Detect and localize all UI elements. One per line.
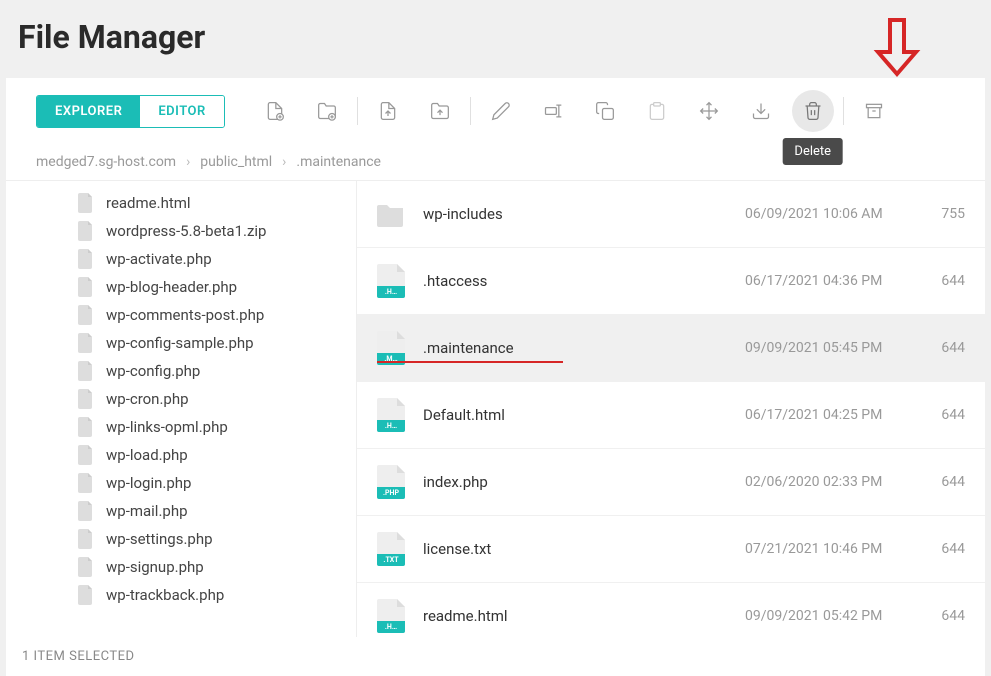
file-date: 09/09/2021 05:42 PM: [745, 608, 915, 624]
download-button[interactable]: [735, 91, 787, 131]
sidebar-item[interactable]: wp-blog-header.php: [6, 273, 356, 301]
file-name: readme.html: [423, 607, 745, 625]
sidebar-item[interactable]: wp-links-opml.php: [6, 413, 356, 441]
view-tabs: EXPLORER EDITOR: [36, 95, 225, 128]
sidebar-item-label: wp-signup.php: [106, 558, 204, 576]
sidebar-item-label: wp-login.php: [106, 474, 191, 492]
file-permissions: 755: [915, 206, 965, 222]
file-name: license.txt: [423, 540, 745, 558]
sidebar-tree: readme.html wordpress-5.8-beta1.zip wp-act…: [6, 181, 356, 637]
chevron-right-icon: ›: [186, 154, 190, 170]
sidebar-item[interactable]: wp-config.php: [6, 357, 356, 385]
file-permissions: 644: [915, 541, 965, 557]
status-bar: 1 ITEM SELECTED: [6, 637, 985, 676]
file-name: .htaccess: [423, 272, 745, 290]
file-permissions: 644: [915, 474, 965, 490]
file-list: wp-includes06/09/2021 10:06 AM755.H….hta…: [356, 181, 985, 637]
chevron-right-icon: ›: [282, 154, 286, 170]
file-row[interactable]: .H….htaccess06/17/2021 04:36 PM644: [357, 248, 985, 315]
breadcrumb-item[interactable]: public_html: [200, 154, 272, 170]
paste-button[interactable]: [631, 91, 683, 131]
file-row[interactable]: .PHPindex.php02/06/2020 02:33 PM644: [357, 449, 985, 516]
sidebar-item-label: wp-mail.php: [106, 502, 188, 520]
file-name: index.php: [423, 473, 745, 491]
sidebar-item[interactable]: wp-comments-post.php: [6, 301, 356, 329]
toolbar: EXPLORER EDITOR: [6, 78, 985, 144]
file-name: wp-includes: [423, 205, 745, 223]
sidebar-item[interactable]: wp-login.php: [6, 469, 356, 497]
archive-button[interactable]: [848, 91, 900, 131]
file-name: Default.html: [423, 406, 745, 424]
file-date: 06/17/2021 04:25 PM: [745, 407, 915, 423]
sidebar-item-label: wp-load.php: [106, 446, 188, 464]
sidebar-item[interactable]: wp-activate.php: [6, 245, 356, 273]
sidebar-item-label: wp-config.php: [106, 362, 200, 380]
selection-underline: [377, 361, 563, 363]
tab-editor[interactable]: EDITOR: [140, 96, 223, 127]
sidebar-item[interactable]: wp-settings.php: [6, 525, 356, 553]
tab-explorer[interactable]: EXPLORER: [37, 96, 140, 127]
file-date: 02/06/2020 02:33 PM: [745, 474, 915, 490]
sidebar-item[interactable]: wp-signup.php: [6, 553, 356, 581]
sidebar-item-label: wp-blog-header.php: [106, 278, 237, 296]
sidebar-item-label: wp-comments-post.php: [106, 306, 264, 324]
file-permissions: 644: [915, 340, 965, 356]
file-name: .maintenance: [423, 339, 745, 357]
sidebar-item[interactable]: wp-config-sample.php: [6, 329, 356, 357]
sidebar-item-label: wp-cron.php: [106, 390, 189, 408]
delete-tooltip: Delete: [782, 138, 843, 165]
file-date: 06/09/2021 10:06 AM: [745, 206, 915, 222]
file-row[interactable]: .M….maintenance09/09/2021 05:45 PM644: [357, 315, 985, 382]
breadcrumb-item[interactable]: .maintenance: [296, 154, 381, 170]
sidebar-item-label: wp-links-opml.php: [106, 418, 228, 436]
file-date: 09/09/2021 05:45 PM: [745, 340, 915, 356]
file-date: 06/17/2021 04:36 PM: [745, 273, 915, 289]
sidebar-item[interactable]: readme.html: [6, 189, 356, 217]
main-panel: EXPLORER EDITOR: [6, 78, 985, 676]
file-row[interactable]: wp-includes06/09/2021 10:06 AM755: [357, 181, 985, 248]
rename-button[interactable]: [527, 91, 579, 131]
delete-button[interactable]: Delete: [792, 90, 834, 132]
file-permissions: 644: [915, 407, 965, 423]
file-row[interactable]: .H…Default.html06/17/2021 04:25 PM644: [357, 382, 985, 449]
file-date: 07/21/2021 10:46 PM: [745, 541, 915, 557]
edit-button[interactable]: [475, 91, 527, 131]
move-button[interactable]: [683, 91, 735, 131]
new-file-button[interactable]: [249, 91, 301, 131]
file-row[interactable]: .TXTlicense.txt07/21/2021 10:46 PM644: [357, 516, 985, 583]
sidebar-item[interactable]: wordpress-5.8-beta1.zip: [6, 217, 356, 245]
upload-folder-button[interactable]: [414, 91, 466, 131]
sidebar-item-label: wp-activate.php: [106, 250, 212, 268]
sidebar-item-label: wp-config-sample.php: [106, 334, 254, 352]
sidebar-item-label: wp-settings.php: [106, 530, 213, 548]
annotation-arrow: [872, 16, 922, 78]
upload-file-button[interactable]: [362, 91, 414, 131]
sidebar-item[interactable]: wp-trackback.php: [6, 581, 356, 609]
sidebar-item[interactable]: wp-mail.php: [6, 497, 356, 525]
file-row[interactable]: .H…readme.html09/09/2021 05:42 PM644: [357, 583, 985, 637]
breadcrumb-item[interactable]: medged7.sg-host.com: [36, 154, 176, 170]
new-folder-button[interactable]: [301, 91, 353, 131]
file-permissions: 644: [915, 273, 965, 289]
file-permissions: 644: [915, 608, 965, 624]
sidebar-item-label: wp-trackback.php: [106, 586, 224, 604]
sidebar-item-label: readme.html: [106, 194, 191, 212]
sidebar-item-label: wordpress-5.8-beta1.zip: [106, 222, 266, 240]
page-title: File Manager: [0, 0, 991, 74]
sidebar-item[interactable]: wp-load.php: [6, 441, 356, 469]
copy-button[interactable]: [579, 91, 631, 131]
sidebar-item[interactable]: wp-cron.php: [6, 385, 356, 413]
